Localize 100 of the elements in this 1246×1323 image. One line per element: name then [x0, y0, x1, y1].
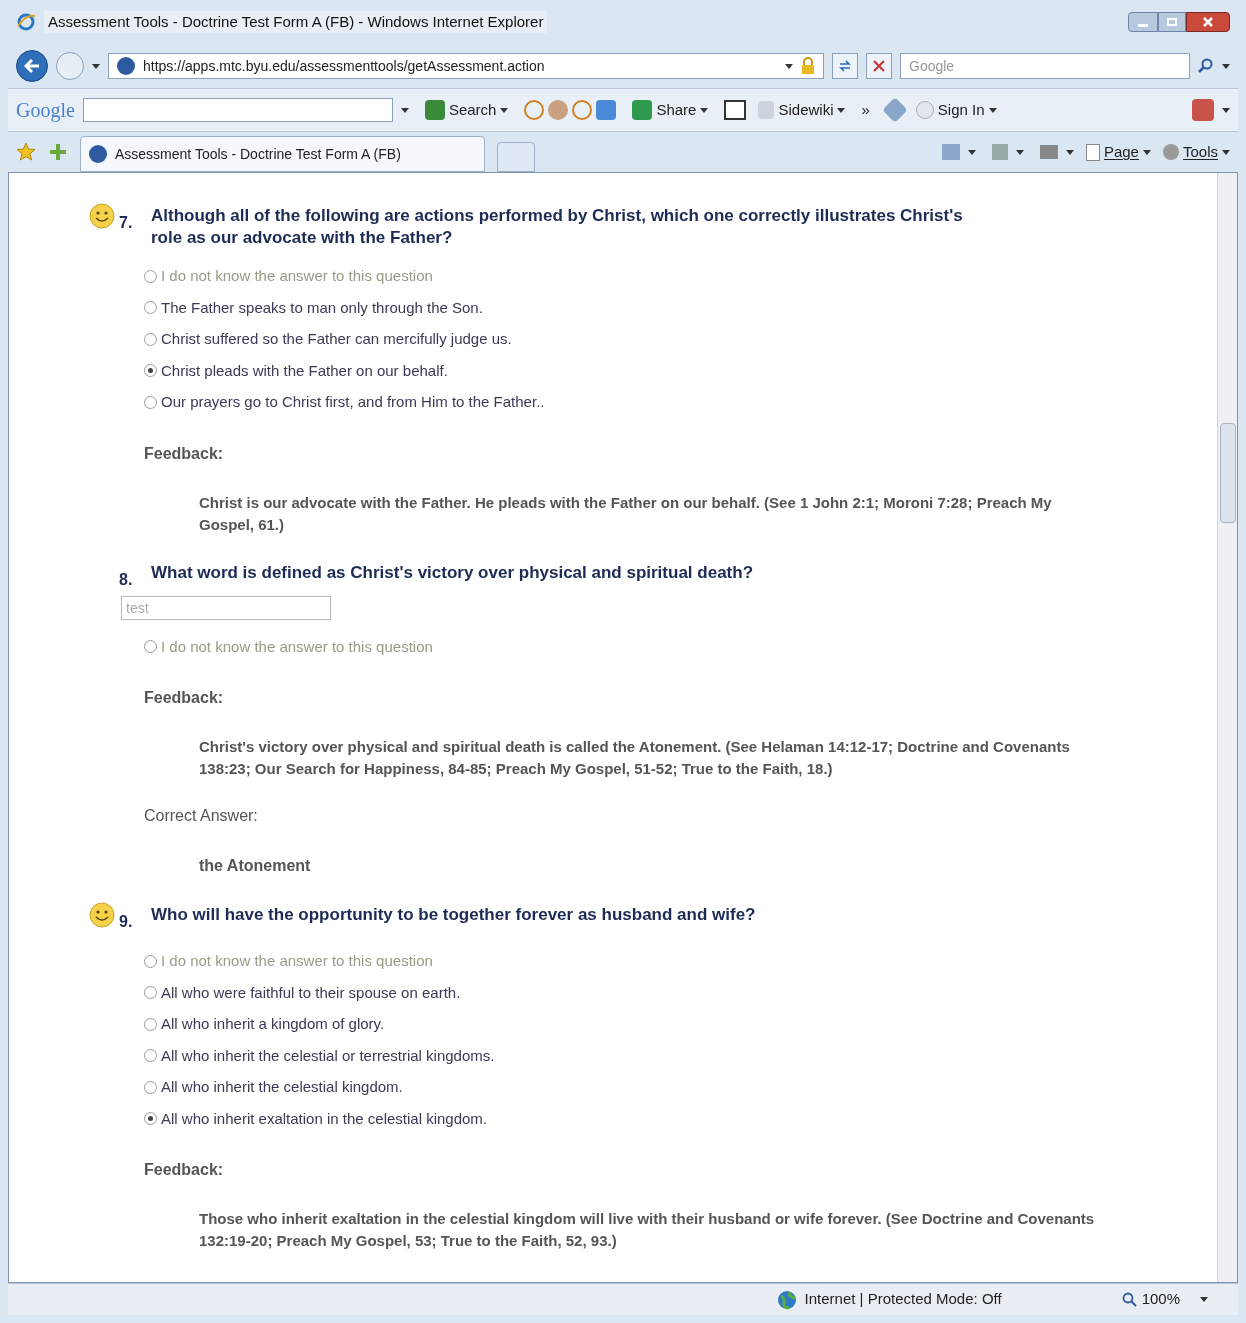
radio-button[interactable]	[144, 332, 157, 346]
question-number: 8.	[119, 569, 134, 590]
stop-button[interactable]	[866, 53, 892, 79]
radio-button[interactable]	[144, 301, 157, 315]
toolbar-icon[interactable]	[572, 100, 593, 120]
feedback-label: Feedback:	[144, 1160, 225, 1180]
answer-option-label: All who inherit the celestial or terrestrial kingdoms.	[161, 1045, 495, 1066]
site-icon	[117, 57, 135, 75]
question-text: What word is defined as Christ's victory over physical and spiritual death?	[151, 561, 753, 584]
toolbar-button[interactable]: »	[861, 98, 870, 122]
radio-button[interactable]	[144, 269, 157, 283]
window-title: Assessment Tools - Doctrine Test Form A (FB) - Windows Internet Explorer	[44, 10, 548, 34]
dropdown-caret-icon[interactable]	[1222, 107, 1230, 113]
dropdown-caret-icon[interactable]	[1200, 1297, 1208, 1302]
radio-button[interactable]	[144, 954, 157, 968]
toolbar-button[interactable]: Sign In	[937, 98, 985, 122]
dropdown-caret-icon[interactable]	[92, 63, 100, 69]
toolbar-icon[interactable]	[548, 100, 569, 120]
radio-button[interactable]	[144, 640, 157, 654]
dropdown-caret-icon[interactable]	[785, 63, 793, 69]
new-tab-button[interactable]	[497, 142, 535, 172]
dropdown-caret-icon[interactable]	[1222, 149, 1230, 155]
feedback-text: Christ is our advocate with the Father. He pleads with the Father on our behalf. (See 1 John 2:1; Moroni 7:28; Preach My Gospel, 61.)	[199, 492, 1053, 535]
star-icon[interactable]	[16, 142, 36, 162]
radio-button[interactable]	[144, 1017, 157, 1031]
dropdown-caret-icon[interactable]	[988, 107, 997, 113]
zoom-icon[interactable]	[1121, 1291, 1138, 1308]
question-text: Although all of the following are actions performed by Christ, which one correctly illustrates Christ's role as our advocate with the Father?	[151, 205, 964, 249]
answer-option-label: All who inherit exaltation in the celestial kingdom.	[161, 1108, 487, 1129]
correct-answer-text: the Atonement	[199, 856, 312, 876]
dropdown-caret-icon[interactable]	[1015, 149, 1024, 155]
search-icon[interactable]	[1198, 58, 1214, 74]
dropdown-caret-icon[interactable]	[1222, 63, 1230, 69]
scrollbar-thumb[interactable]	[1219, 423, 1236, 523]
dropdown-caret-icon[interactable]	[500, 107, 509, 113]
toolbar-icon[interactable]	[524, 100, 545, 120]
scrollbar[interactable]	[1217, 173, 1237, 1282]
question-text: Who will have the opportunity to be together forever as husband and wife?	[151, 904, 756, 926]
toolbar-button[interactable]: Sidewiki	[778, 98, 834, 122]
smiley-icon	[89, 203, 115, 229]
skip-option-label: I do not know the answer to this question	[161, 951, 433, 971]
menu-button[interactable]: Tools	[1182, 140, 1218, 164]
toolbar-button[interactable]: Search	[448, 98, 497, 122]
radio-button[interactable]	[144, 1112, 157, 1126]
dropdown-caret-icon[interactable]	[1065, 149, 1074, 155]
dropdown-caret-icon[interactable]	[1142, 149, 1151, 155]
search-field[interactable]: Google	[900, 53, 1190, 79]
forward-button[interactable]	[56, 52, 84, 80]
back-arrow-icon	[24, 59, 40, 73]
skip-option-label: I do not know the answer to this question	[161, 266, 433, 286]
answer-option-label: The Father speaks to man only through the Son.	[161, 297, 483, 318]
maximize-button[interactable]	[1158, 12, 1186, 32]
correct-answer-label: Correct Answer:	[144, 806, 259, 826]
radio-button[interactable]	[144, 364, 157, 378]
back-button[interactable]	[16, 50, 48, 82]
dropdown-caret-icon[interactable]	[400, 107, 409, 113]
feedback-text: Those who inherit exaltation in the celestial kingdom will live with their husband or wife forever. (See Doctrine and Covenants 132:19-20; Preach My Gospel, 53; True to the Faith, 52, 93.)	[199, 1209, 1096, 1251]
google-search-field[interactable]	[82, 98, 393, 122]
dropdown-caret-icon[interactable]	[837, 107, 846, 113]
dropdown-caret-icon[interactable]	[700, 107, 709, 113]
monitor-icon[interactable]	[724, 100, 747, 120]
add-favorite-icon[interactable]	[48, 142, 68, 162]
globe-icon	[776, 1289, 797, 1310]
security-zone-text: Internet | Protected Mode: Off	[804, 1289, 1002, 1310]
smiley-icon	[89, 902, 115, 928]
answer-option-label: Christ suffered so the Father can mercifully judge us.	[161, 329, 512, 349]
question-number: 7.	[119, 213, 134, 233]
radio-button[interactable]	[144, 395, 157, 409]
zoom-level[interactable]: 100%	[1141, 1288, 1180, 1311]
feedback-text: Christ's victory over physical and spiritual death is called the Atonement. (See Helaman 14:12-17; Doctrine and Covenants 138:23; Our Search for Happiness, 84-85; Preach My Gospel, 51-52; True to the Faith, 18.)	[199, 737, 1071, 779]
site-icon	[89, 145, 107, 163]
radio-button[interactable]	[144, 1049, 157, 1063]
lock-icon	[801, 57, 815, 75]
address-field[interactable]: https://apps.mtc.byu.edu/assessmenttools/getAssessment.action	[108, 53, 824, 79]
answer-option-label: Christ pleads with the Father on our behalf.	[161, 360, 448, 381]
toolbar-button[interactable]: Share	[656, 98, 697, 122]
radio-button[interactable]	[144, 1080, 157, 1094]
plus-icon[interactable]	[596, 100, 617, 120]
share-icon	[632, 100, 653, 120]
answer-option-label: All who inherit a kingdom of glory.	[161, 1014, 385, 1034]
browser-logo-icon	[16, 12, 36, 32]
dropdown-caret-icon[interactable]	[967, 149, 976, 155]
browser-tab[interactable]: Assessment Tools - Doctrine Test Form A (FB)	[80, 136, 485, 172]
answer-option-label: All who inherit the celestial kingdom.	[161, 1077, 403, 1097]
menu-button[interactable]: Page	[1103, 140, 1139, 164]
answer-option-label: Our prayers go to Christ first, and from Him to the Father..	[161, 392, 545, 412]
refresh-button[interactable]	[832, 53, 858, 79]
search-toolbar-icon	[424, 100, 445, 120]
close-icon	[1203, 17, 1213, 27]
skip-option-label: I do not know the answer to this question	[161, 636, 433, 657]
radio-button[interactable]	[144, 986, 157, 1000]
stop-icon	[873, 60, 885, 72]
answer-option-label: All who were faithful to their spouse on earth.	[161, 982, 461, 1003]
minimize-button[interactable]	[1128, 12, 1158, 32]
refresh-icon	[838, 60, 852, 72]
feedback-label: Feedback:	[144, 688, 225, 708]
question-number: 9.	[119, 912, 134, 932]
close-button[interactable]	[1186, 12, 1230, 32]
google-logo: Google	[16, 98, 75, 124]
feedback-label: Feedback:	[144, 443, 225, 464]
